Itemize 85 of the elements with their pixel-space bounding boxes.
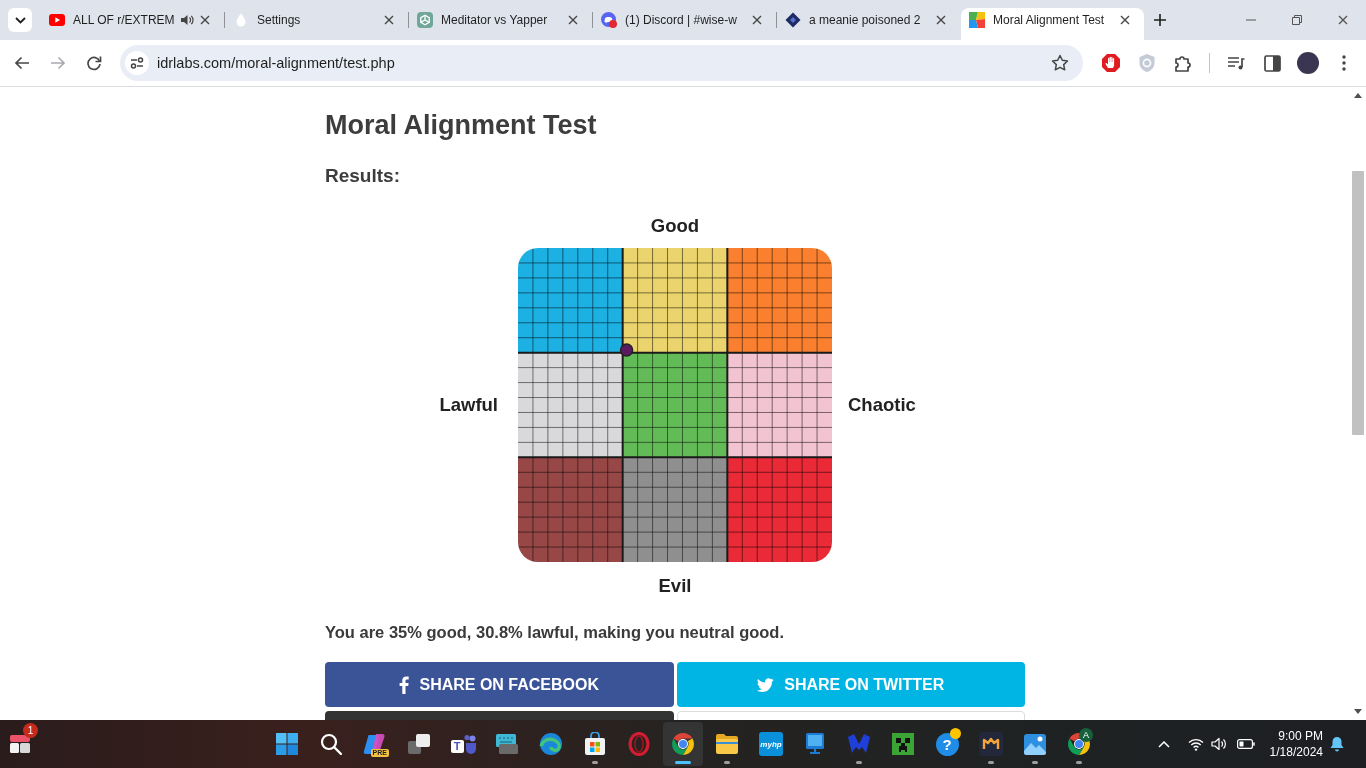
axis-label: Lawful	[439, 394, 499, 416]
share-button[interactable]: SHARE ON FACEBOOK	[325, 662, 674, 707]
close-icon	[1338, 15, 1348, 25]
tab-search-button[interactable]	[8, 8, 32, 32]
browser-tab[interactable]: (1) Discord | #wise-w	[593, 8, 776, 40]
restore-icon	[1292, 15, 1302, 25]
close-icon[interactable]	[200, 15, 210, 25]
stop-hand-icon	[1101, 53, 1121, 73]
people-icon	[463, 734, 476, 754]
drop-icon	[236, 13, 246, 27]
notification-badge: 1	[23, 723, 38, 738]
taskbar-app-button[interactable]: A	[1059, 722, 1099, 766]
profile-badge: A	[1079, 728, 1093, 742]
wifi-icon[interactable]	[1187, 737, 1204, 751]
close-icon[interactable]	[384, 15, 394, 25]
taskbar-app-button[interactable]: myhp	[751, 722, 791, 766]
volume-icon[interactable]	[1210, 737, 1227, 751]
side-panel-icon	[1263, 54, 1281, 72]
caret-down-icon	[14, 16, 26, 24]
folder-icon	[715, 733, 739, 755]
close-icon[interactable]	[1120, 15, 1130, 25]
close-icon[interactable]	[936, 15, 946, 25]
arrow-left-icon	[14, 55, 30, 71]
video-play-icon	[49, 14, 65, 26]
ring-icon	[628, 732, 650, 756]
more-icon	[1342, 55, 1346, 71]
photo-icon	[1023, 733, 1047, 755]
clock-date[interactable]: 1/18/2024	[1269, 744, 1323, 760]
triangle-up-icon	[1354, 93, 1362, 98]
site-settings-icon[interactable]	[125, 51, 149, 75]
playlist-icon	[1227, 55, 1245, 71]
arrow-right-icon	[50, 55, 66, 71]
news-board-icon	[9, 734, 31, 754]
chevron-up-icon	[1157, 740, 1170, 748]
f-logo-icon	[399, 675, 410, 694]
pixel-face-icon	[892, 733, 914, 755]
letter-tile: T	[450, 739, 464, 753]
knot-icon	[417, 12, 433, 28]
search-icon	[320, 733, 342, 755]
plus-icon	[1153, 13, 1167, 27]
round-logo-icon	[601, 12, 617, 28]
wing-icon	[847, 733, 871, 755]
battery-icon[interactable]	[1236, 739, 1255, 749]
taskbar-app-button[interactable]: ?	[927, 722, 967, 766]
triangle-down-icon	[1354, 709, 1362, 714]
position-marker	[619, 343, 634, 357]
keyboard-icon	[495, 733, 519, 755]
slanted-bars-icon	[363, 733, 387, 755]
puzzle-icon	[1174, 54, 1192, 72]
taskbar-app-button[interactable]: T	[443, 722, 483, 766]
start-icon	[275, 732, 299, 756]
close-icon[interactable]	[568, 15, 578, 25]
avatar-icon	[1297, 52, 1319, 74]
monitor-icon	[804, 732, 826, 756]
widgets-button[interactable]: 1	[0, 722, 40, 766]
browser-tab[interactable]: Meditator vs Yapper	[409, 8, 592, 40]
bell-icon	[1330, 736, 1344, 752]
result-summary: You are 35% good, 30.8% lawful, making you neutral good.	[325, 622, 786, 643]
address-bar[interactable]: idrlabs.com/moral-alignment/test.php	[120, 45, 1083, 81]
section-heading: Results:	[325, 164, 401, 188]
browser-tab[interactable]: Moral Alignment Test	[961, 8, 1144, 40]
page-heading: Moral Alignment Test	[325, 109, 598, 142]
reload-icon	[86, 55, 102, 71]
axis-label: Good	[650, 215, 700, 237]
scrollbar-thumb[interactable]	[1352, 171, 1364, 435]
task-view-icon	[407, 733, 431, 755]
minimize-icon	[1246, 19, 1256, 21]
wave-icon	[539, 732, 563, 756]
crown-icon	[979, 732, 1003, 756]
color-squares-icon	[969, 12, 985, 28]
close-icon[interactable]	[752, 15, 762, 25]
status-dot-icon	[950, 728, 961, 739]
tricolor-wheel-icon	[671, 732, 695, 756]
logo-tile: myhp	[759, 732, 783, 756]
shopping-bag-icon	[584, 732, 606, 756]
axis-label: Chaotic	[847, 394, 916, 416]
diamond-icon	[785, 12, 801, 28]
browser-tab[interactable]: a meanie poisoned 2	[777, 8, 960, 40]
clock-time[interactable]: 9:00 PM	[1278, 728, 1323, 744]
axis-label: Evil	[658, 575, 692, 597]
browser-tab[interactable]: ALL OF r/EXTREM	[41, 8, 224, 40]
taskbar-app-button[interactable]	[663, 722, 703, 766]
browser-tab[interactable]: Settings	[225, 8, 408, 40]
bird-icon	[757, 677, 775, 692]
shield-icon	[1138, 53, 1156, 73]
